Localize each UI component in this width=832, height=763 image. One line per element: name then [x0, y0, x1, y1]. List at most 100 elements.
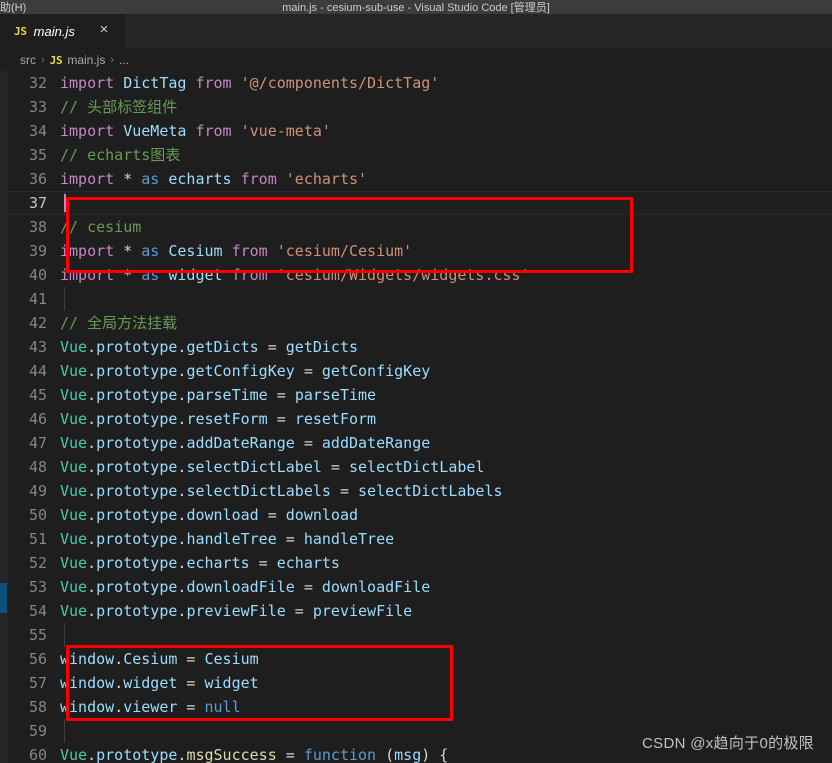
code-line[interactable]: 36 import * as echarts from 'echarts' [8, 167, 832, 191]
code-line[interactable]: 41 [8, 287, 832, 311]
chevron-right-icon: › [41, 54, 45, 66]
close-icon[interactable]: × [95, 22, 113, 40]
code-line[interactable]: 51 Vue.prototype.handleTree = handleTree [8, 527, 832, 551]
line-number: 37 [28, 194, 47, 212]
breadcrumb-item-more[interactable]: ... [119, 53, 129, 67]
line-number: 50 [28, 506, 47, 524]
code-text: Vue.prototype.echarts = echarts [60, 554, 340, 572]
code-line[interactable]: 35 // echarts图表 [8, 143, 832, 167]
line-number: 45 [28, 386, 47, 404]
code-lines[interactable]: 32 import DictTag from '@/components/Dict… [8, 71, 832, 763]
code-text: Vue.prototype.addDateRange = addDateRang… [60, 434, 431, 452]
code-line[interactable]: 46 Vue.prototype.resetForm = resetForm [8, 407, 832, 431]
line-number: 53 [28, 578, 47, 596]
code-text: Vue.prototype.downloadFile = downloadFil… [60, 578, 431, 596]
editor-left-strip [0, 71, 8, 763]
line-number: 49 [28, 482, 47, 500]
code-line[interactable]: 44 Vue.prototype.getConfigKey = getConfig… [8, 359, 832, 383]
tab-main-js[interactable]: JS main.js × [0, 14, 126, 48]
code-text: import * as Cesium from 'cesium/Cesium' [60, 242, 413, 260]
code-line[interactable]: 43 Vue.prototype.getDicts = getDicts [8, 335, 832, 359]
javascript-file-icon: JS [14, 24, 27, 38]
code-text: // 头部标签组件 [60, 98, 178, 116]
code-line[interactable]: 54 Vue.prototype.previewFile = previewFil… [8, 599, 832, 623]
code-line[interactable]: 38 // cesium [8, 215, 832, 239]
code-text: window.Cesium = Cesium [60, 650, 259, 668]
code-line[interactable]: 37 [8, 191, 832, 215]
code-text: Vue.prototype.msgSuccess = function (msg… [60, 746, 449, 763]
line-number: 56 [28, 650, 47, 668]
line-number: 42 [28, 314, 47, 332]
line-number: 35 [28, 146, 47, 164]
indent-guide [64, 719, 65, 743]
line-number: 44 [28, 362, 47, 380]
code-line[interactable]: 45 Vue.prototype.parseTime = parseTime [8, 383, 832, 407]
line-number: 36 [28, 170, 47, 188]
breadcrumb: src › JS main.js › ... [0, 49, 832, 71]
line-number: 54 [28, 602, 47, 620]
code-line[interactable]: 47 Vue.prototype.addDateRange = addDateRa… [8, 431, 832, 455]
watermark: CSDN @x趋向于0的极限 [642, 735, 814, 752]
text-cursor [64, 194, 66, 212]
line-number: 39 [28, 242, 47, 260]
line-number: 51 [28, 530, 47, 548]
indent-guide [64, 287, 65, 311]
line-number: 57 [28, 674, 47, 692]
line-number: 60 [28, 746, 47, 763]
code-text: window.viewer = null [60, 698, 241, 716]
tab-bar-empty-area [126, 14, 832, 48]
line-number: 52 [28, 554, 47, 572]
code-line[interactable]: 58 window.viewer = null [8, 695, 832, 719]
chevron-right-icon: › [110, 54, 115, 66]
code-line[interactable]: 53 Vue.prototype.downloadFile = downloadF… [8, 575, 832, 599]
editor-tab-bar: JS main.js × [0, 14, 832, 49]
code-line[interactable]: 50 Vue.prototype.download = download [8, 503, 832, 527]
line-number: 46 [28, 410, 47, 428]
breadcrumb-item-mainjs[interactable]: main.js [67, 53, 105, 67]
code-text: import * as echarts from 'echarts' [60, 170, 368, 188]
line-number: 47 [28, 434, 47, 452]
line-number: 34 [28, 122, 47, 140]
line-number: 41 [28, 290, 47, 308]
line-number: 58 [28, 698, 47, 716]
line-number: 38 [28, 218, 47, 236]
line-number: 33 [28, 98, 47, 116]
code-text: import * as widget from 'cesium/Widgets/… [60, 266, 530, 284]
code-text: Vue.prototype.parseTime = parseTime [60, 386, 377, 404]
code-text: import DictTag from '@/components/DictTa… [60, 74, 440, 92]
line-number: 59 [28, 722, 47, 740]
code-line[interactable]: 34 import VueMeta from 'vue-meta' [8, 119, 832, 143]
code-line[interactable]: 57 window.widget = widget [8, 671, 832, 695]
code-text: Vue.prototype.previewFile = previewFile [60, 602, 413, 620]
code-line[interactable]: 55 [8, 623, 832, 647]
code-line[interactable]: 48 Vue.prototype.selectDictLabel = select… [8, 455, 832, 479]
code-text: Vue.prototype.selectDictLabel = selectDi… [60, 458, 485, 476]
indent-guide [64, 623, 65, 647]
code-line[interactable]: 33 // 头部标签组件 [8, 95, 832, 119]
code-text: Vue.prototype.handleTree = handleTree [60, 530, 395, 548]
code-text: // echarts图表 [60, 146, 181, 164]
code-text: // cesium [60, 218, 142, 236]
code-line[interactable]: 32 import DictTag from '@/components/Dict… [8, 71, 832, 95]
line-number: 40 [28, 266, 47, 284]
code-line[interactable]: 39 import * as Cesium from 'cesium/Cesium… [8, 239, 832, 263]
code-text: import VueMeta from 'vue-meta' [60, 122, 331, 140]
code-text: window.widget = widget [60, 674, 259, 692]
code-line[interactable]: 52 Vue.prototype.echarts = echarts [8, 551, 832, 575]
vertical-scrollbar-thumb[interactable] [0, 583, 7, 613]
code-line[interactable]: 49 Vue.prototype.selectDictLabels = selec… [8, 479, 832, 503]
line-number: 55 [28, 626, 47, 644]
code-text: Vue.prototype.download = download [60, 506, 359, 524]
code-text: // 全局方法挂载 [60, 314, 178, 332]
code-editor[interactable]: 32 import DictTag from '@/components/Dict… [0, 71, 832, 763]
code-text: Vue.prototype.selectDictLabels = selectD… [60, 482, 503, 500]
code-line[interactable]: 56 window.Cesium = Cesium [8, 647, 832, 671]
breadcrumb-item-src[interactable]: src [20, 53, 36, 67]
code-line[interactable]: 40 import * as widget from 'cesium/Widget… [8, 263, 832, 287]
javascript-file-icon: JS [49, 53, 63, 67]
line-number: 32 [28, 74, 47, 92]
title-bar: 助(H) main.js - cesium-sub-use - Visual S… [0, 0, 832, 14]
code-line[interactable]: 42 // 全局方法挂载 [8, 311, 832, 335]
code-text: Vue.prototype.getDicts = getDicts [60, 338, 359, 356]
window-title: main.js - cesium-sub-use - Visual Studio… [282, 2, 550, 14]
